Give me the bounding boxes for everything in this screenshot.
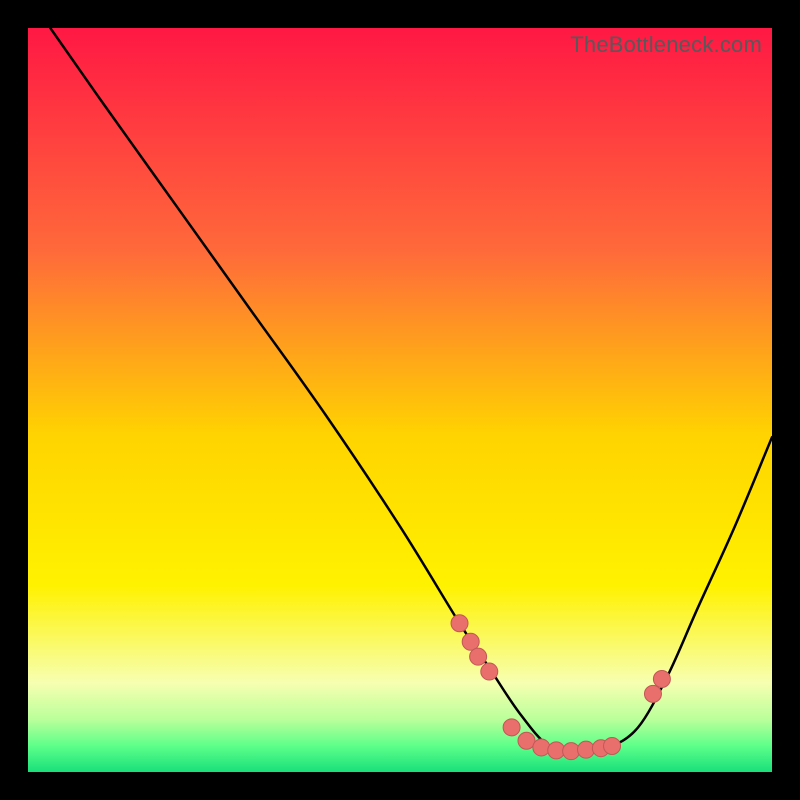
highlight-dot — [503, 719, 520, 736]
highlight-dot — [563, 743, 580, 760]
watermark-text: TheBottleneck.com — [570, 32, 762, 58]
chart-frame: TheBottleneck.com — [28, 28, 772, 772]
highlight-dot — [462, 633, 479, 650]
gradient-background — [28, 28, 772, 772]
highlight-dot — [533, 739, 550, 756]
highlight-dot — [604, 737, 621, 754]
highlight-dot — [644, 685, 661, 702]
highlight-dot — [451, 615, 468, 632]
highlight-dot — [470, 648, 487, 665]
bottleneck-chart — [28, 28, 772, 772]
highlight-dot — [578, 741, 595, 758]
highlight-dot — [653, 671, 670, 688]
highlight-dot — [481, 663, 498, 680]
